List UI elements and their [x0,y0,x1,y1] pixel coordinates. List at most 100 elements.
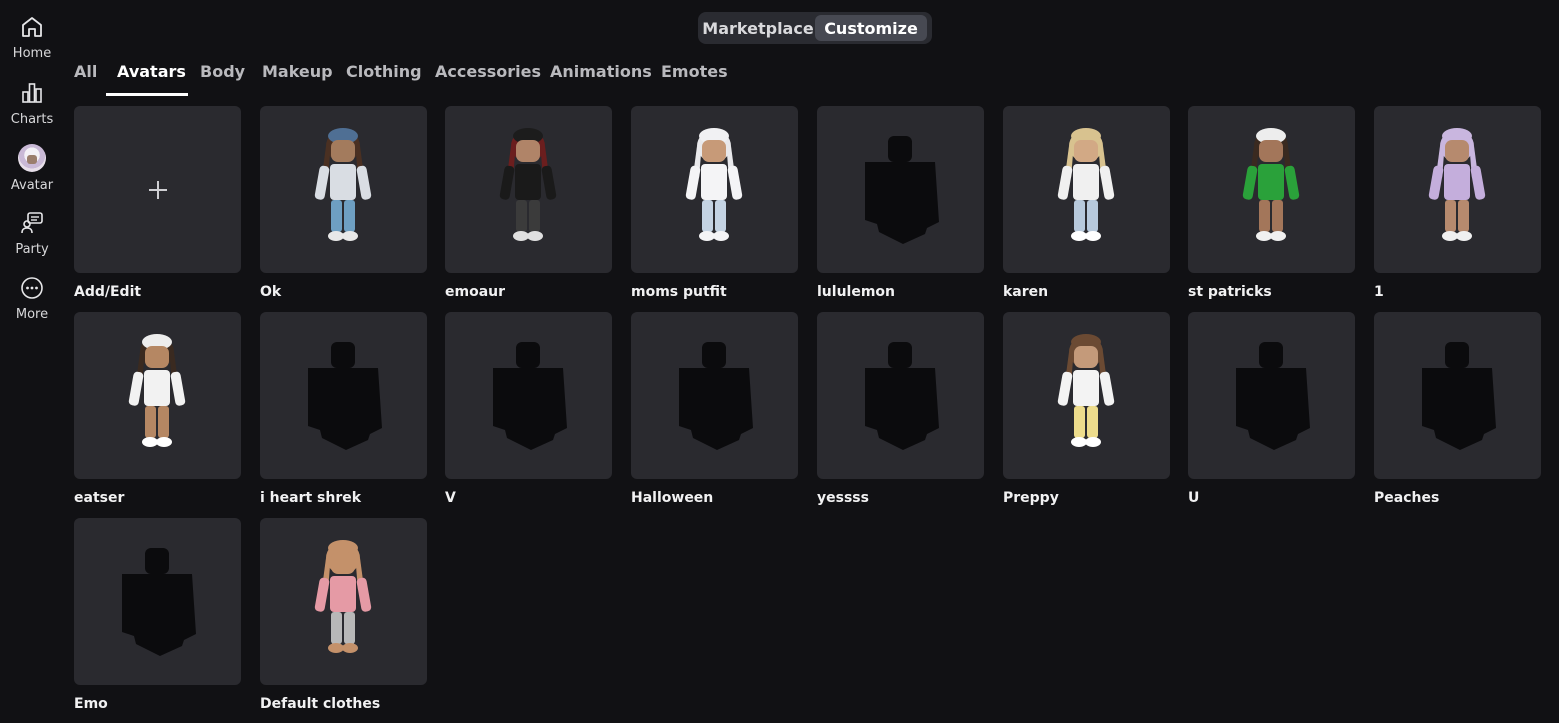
tab-all[interactable]: All [74,62,97,81]
outfit-card[interactable]: Halloween [631,312,798,506]
tab-makeup[interactable]: Makeup [262,62,333,81]
avatar-icon [18,144,46,172]
outfit-label: Emo [74,696,108,712]
outfit-card[interactable]: Ok [260,106,427,300]
silhouette-icon [308,342,382,450]
sidebar-item-label: Avatar [10,178,54,193]
party-icon [21,212,43,234]
marketplace-button[interactable]: Marketplace [702,15,814,41]
outfit-thumbnail[interactable] [1188,106,1355,273]
sidebar-item-charts[interactable]: Charts [0,80,64,127]
outfit-label: Peaches [1374,490,1440,506]
silhouette-icon [679,342,753,450]
outfit-thumbnail[interactable] [817,106,984,273]
outfit-label: U [1188,490,1200,506]
outfit-thumbnail[interactable] [445,312,612,479]
outfit-thumbnail[interactable] [74,518,241,685]
outfit-thumbnail[interactable] [631,312,798,479]
outfit-card[interactable]: 1 [1374,106,1541,300]
sidebar-item-label: Party [15,242,49,257]
add-edit-card[interactable]: Add/Edit [74,106,241,300]
outfit-thumbnail[interactable] [260,106,427,273]
silhouette-icon [1236,342,1310,450]
outfit-label: Preppy [1003,490,1059,506]
outfit-card[interactable]: Preppy [1003,312,1170,506]
outfit-card[interactable]: V [445,312,612,506]
avatar-figure [314,540,372,653]
outfit-card[interactable]: i heart shrek [260,312,427,506]
silhouette-icon [865,342,939,450]
tab-accessories[interactable]: Accessories [435,62,541,81]
avatar-figure [1057,334,1115,447]
outfit-card[interactable]: moms putfit [631,106,798,300]
avatar-figure [1428,128,1486,241]
outfit-card[interactable]: emoaur [445,106,612,300]
outfit-card[interactable]: st patricks [1188,106,1355,300]
tab-clothing[interactable]: Clothing [346,62,422,81]
sidebar-item-label: More [15,307,49,322]
outfit-thumbnail[interactable] [74,312,241,479]
outfit-thumbnail[interactable] [1374,312,1541,479]
tab-emotes[interactable]: Emotes [661,62,728,81]
customize-button[interactable]: Customize [815,15,927,41]
more-icon [21,277,43,299]
outfit-thumbnail[interactable] [1003,312,1170,479]
avatar-figure [314,128,372,241]
tab-animations[interactable]: Animations [550,62,652,81]
sidebar-item-party[interactable]: Party [0,210,64,257]
outfit-card[interactable]: lululemon [817,106,984,300]
outfit-label: lululemon [817,284,895,300]
active-tab-indicator [106,93,188,96]
tab-avatars[interactable]: Avatars [117,62,186,81]
outfit-card[interactable]: U [1188,312,1355,506]
outfit-label: i heart shrek [260,490,362,506]
outfit-label: Halloween [631,490,714,506]
silhouette-icon [493,342,567,450]
outfit-thumbnail[interactable] [260,518,427,685]
avatar-figure [1057,128,1115,241]
avatar-figure [1242,128,1300,241]
outfit-label: yessss [817,490,869,506]
avatar-figure [499,128,557,241]
outfit-label: st patricks [1188,284,1272,300]
silhouette-icon [122,548,196,656]
outfit-thumbnail[interactable] [260,312,427,479]
outfit-label: emoaur [445,284,506,300]
outfit-thumbnail[interactable] [817,312,984,479]
outfit-label: karen [1003,284,1049,300]
sidebar-item-avatar[interactable]: Avatar [0,144,64,193]
outfit-thumbnail[interactable] [1188,312,1355,479]
outfit-card[interactable]: eatser [74,312,241,506]
outfit-label: moms putfit [631,284,727,300]
sidebar-item-label: Home [12,46,52,61]
outfit-card[interactable]: Peaches [1374,312,1541,506]
outfit-card[interactable]: Default clothes [260,518,427,712]
outfit-label: 1 [1374,284,1384,300]
sidebar-item-home[interactable]: Home [0,14,64,61]
outfit-label: V [445,490,456,506]
charts-icon [22,83,42,103]
avatar-figure [128,334,186,447]
outfit-card[interactable]: yessss [817,312,984,506]
sidebar-item-label: Charts [10,112,54,127]
outfit-thumbnail[interactable] [631,106,798,273]
outfit-thumbnail[interactable] [445,106,612,273]
avatar-figure [685,128,743,241]
outfit-label: Ok [260,284,282,300]
silhouette-icon [1422,342,1496,450]
outfit-label: Add/Edit [74,284,142,300]
mode-switch: Marketplace Customize [698,12,932,44]
plus-icon [148,180,167,199]
silhouette-icon [865,136,939,244]
outfit-label: Default clothes [260,696,381,712]
sidebar: Home Charts Avatar Party More [0,0,64,723]
outfit-card[interactable]: karen [1003,106,1170,300]
outfit-thumbnail[interactable] [1003,106,1170,273]
outfit-label: eatser [74,490,125,506]
outfit-thumbnail[interactable] [1374,106,1541,273]
outfit-card[interactable]: Emo [74,518,241,712]
home-icon [22,17,42,37]
sidebar-item-more[interactable]: More [0,275,64,322]
tab-body[interactable]: Body [200,62,245,81]
outfit-thumbnail[interactable] [74,106,241,273]
